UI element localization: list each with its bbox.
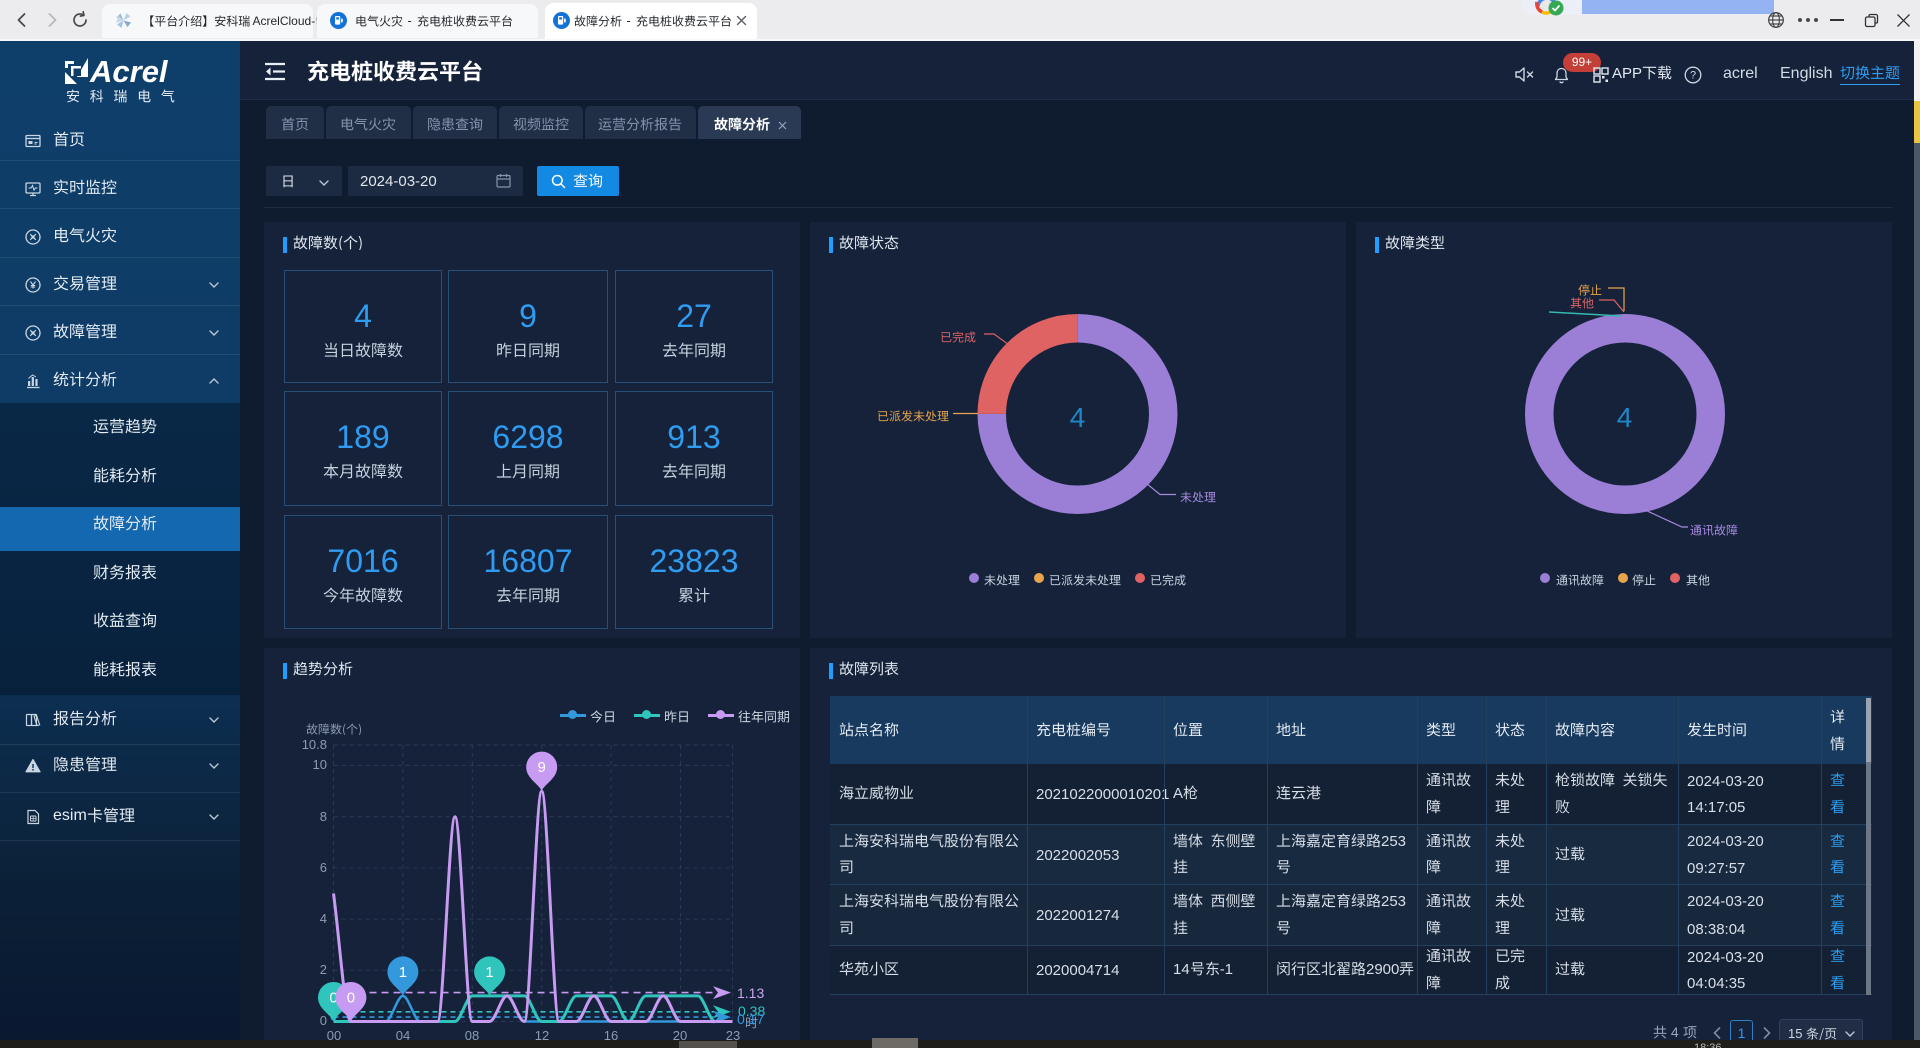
svg-text:1: 1: [485, 964, 493, 981]
svg-text:9: 9: [538, 759, 546, 776]
svg-text:?: ?: [1690, 70, 1696, 82]
svg-text:0: 0: [347, 990, 355, 1007]
svg-text:1: 1: [399, 964, 407, 981]
